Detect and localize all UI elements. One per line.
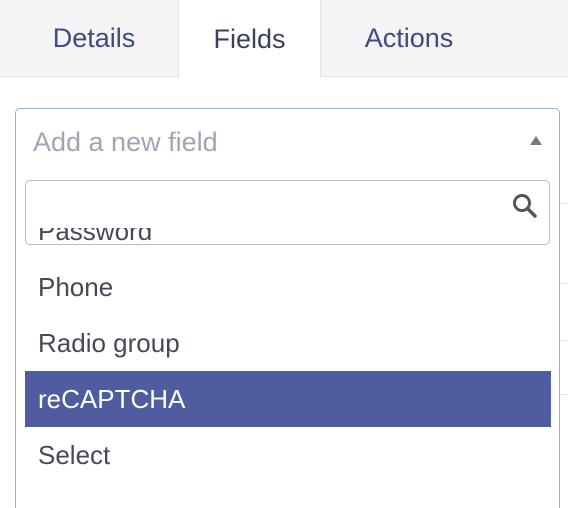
add-field-dropdown: Password Phone Radio group reCAPTCHA Sel… [15,172,560,508]
add-field-select[interactable]: Add a new field [15,108,560,173]
add-field-placeholder: Add a new field [33,127,218,157]
tab-bar: Details Fields Actions [0,0,568,78]
background-divider [560,394,568,395]
option-password[interactable]: Password [25,228,551,259]
tab-actions[interactable]: Actions [330,0,488,77]
tab-details[interactable]: Details [20,0,168,77]
option-recaptcha[interactable]: reCAPTCHA [25,371,551,427]
caret-up-icon[interactable] [530,136,542,145]
option-radio-group[interactable]: Radio group [25,315,551,371]
option-select[interactable]: Select [25,427,551,483]
option-phone[interactable]: Phone [25,259,551,315]
background-divider [560,283,568,284]
tab-fields[interactable]: Fields [178,0,321,78]
background-divider [560,203,568,204]
dropdown-options-list[interactable]: Password Phone Radio group reCAPTCHA Sel… [25,228,551,508]
background-divider [560,340,568,341]
search-icon [513,194,537,218]
